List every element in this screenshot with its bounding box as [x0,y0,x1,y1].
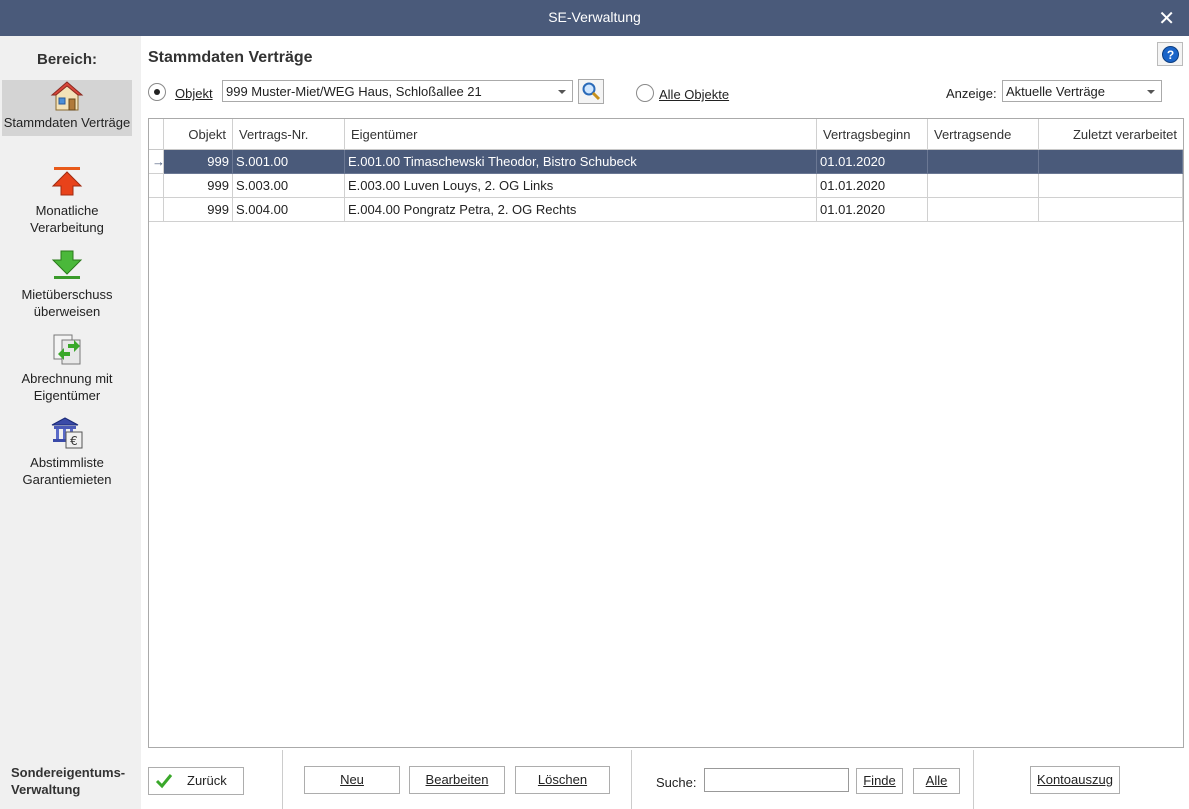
sidebar-item-label: Stammdaten Verträge [3,115,131,130]
cell-vertragsende [928,150,1039,174]
cell-eigentuemer: E.001.00 Timaschewski Theodor, Bistro Sc… [345,150,817,174]
sidebar: Bereich: Stammdaten Verträge Monatliche … [0,36,141,809]
objekt-search-button[interactable] [578,79,604,104]
cell-vertrags-nr: S.001.00 [233,150,345,174]
anzeige-value: Aktuelle Verträge [1006,84,1106,99]
table-row[interactable]: 999 S.003.00 E.003.00 Luven Louys, 2. OG… [149,174,1183,198]
zurueck-button[interactable]: Zurück [148,767,244,795]
sidebar-item-mietueberschuss[interactable]: Mietüberschuss überweisen [2,248,132,320]
magnifier-icon [582,82,601,101]
objekt-radio[interactable] [148,83,166,101]
cell-vertragsbeginn: 01.01.2020 [817,198,928,222]
sidebar-item-stammdaten-vertraege[interactable]: Stammdaten Verträge [2,80,132,136]
sidebar-item-abrechnung-eigentuemer[interactable]: Abrechnung mit Eigentümer [2,332,132,404]
cell-vertrags-nr: S.003.00 [233,174,345,198]
column-header-zuletzt-verarbeitet[interactable]: Zuletzt verarbeitet [1039,119,1183,150]
anzeige-label: Anzeige: [946,86,997,101]
cell-vertragsbeginn: 01.01.2020 [817,150,928,174]
divider [973,750,974,809]
module-name: Sondereigentums- Verwaltung [11,765,126,797]
svg-text:€: € [70,434,78,448]
cell-objekt: 999 [164,150,233,174]
cell-zuletzt-verarbeitet [1039,150,1183,174]
cell-vertragsbeginn: 01.01.2020 [817,174,928,198]
help-icon: ? [1162,46,1179,63]
arrow-down-icon [51,250,83,279]
title-bar: SE-Verwaltung ✕ [0,0,1189,36]
anzeige-dropdown[interactable]: Aktuelle Verträge [1002,80,1162,102]
alle-button[interactable]: Alle [913,768,960,794]
sidebar-item-label: Mietüberschuss überweisen [21,287,113,319]
kontoauszug-button[interactable]: Kontoauszug [1030,766,1120,794]
objekt-label: Objekt [175,86,213,101]
close-icon[interactable]: ✕ [1158,6,1175,31]
cell-objekt: 999 [164,198,233,222]
loeschen-button[interactable]: Löschen [515,766,610,794]
column-header-vertragsende[interactable]: Vertragsende [928,119,1039,150]
help-button[interactable]: ? [1157,42,1183,66]
cell-vertrags-nr: S.004.00 [233,198,345,222]
sidebar-item-label: Abrechnung mit Eigentümer [21,371,113,403]
sidebar-heading: Bereich: [36,51,98,68]
cell-eigentuemer: E.003.00 Luven Louys, 2. OG Links [345,174,817,198]
table-header: Objekt Vertrags-Nr. Eigentümer Vertragsb… [149,119,1183,150]
row-indicator [149,174,164,198]
bearbeiten-button[interactable]: Bearbeiten [409,766,505,794]
cell-zuletzt-verarbeitet [1039,174,1183,198]
sidebar-item-abstimmliste[interactable]: € Abstimmliste Garantiemieten [2,416,132,488]
divider [282,750,283,809]
objekt-dropdown[interactable]: 999 Muster-Miet/WEG Haus, Schloßallee 21 [222,80,573,102]
house-icon [50,81,84,111]
action-bar: Zurück Neu Bearbeiten Löschen Suche: Fin… [148,748,1184,809]
table-row[interactable]: 999 S.004.00 E.004.00 Pongratz Petra, 2.… [149,198,1183,222]
column-header-eigentuemer[interactable]: Eigentümer [345,119,817,150]
row-indicator-arrow: → [149,150,164,174]
cell-objekt: 999 [164,174,233,198]
arrow-up-icon [51,167,83,196]
page-title: Stammdaten Verträge [148,49,313,66]
neu-button[interactable]: Neu [304,766,400,794]
cell-zuletzt-verarbeitet [1039,198,1183,222]
objekt-value: 999 Muster-Miet/WEG Haus, Schloßallee 21 [226,84,482,99]
chevron-down-icon [1147,90,1155,94]
alle-objekte-radio[interactable] [636,84,654,102]
sidebar-item-monatliche-verarbeitung[interactable]: Monatliche Verarbeitung [2,164,132,236]
divider [631,750,632,809]
cell-vertragsende [928,174,1039,198]
sidebar-item-label: Abstimmliste Garantiemieten [22,455,112,487]
checkmark-icon [155,774,173,789]
document-exchange-icon [53,334,81,365]
alle-objekte-label: Alle Objekte [659,87,730,102]
column-header-vertrags-nr[interactable]: Vertrags-Nr. [233,119,345,150]
contracts-table: Objekt Vertrags-Nr. Eigentümer Vertragsb… [148,118,1184,748]
chevron-down-icon [558,90,566,94]
bank-euro-icon: € [51,417,83,449]
row-indicator [149,198,164,222]
finde-button[interactable]: Finde [856,768,903,794]
search-input[interactable] [704,768,849,792]
suche-label: Suche: [656,775,697,790]
column-header-objekt[interactable]: Objekt [164,119,233,150]
row-indicator-header [149,119,164,150]
column-header-vertragsbeginn[interactable]: Vertragsbeginn [817,119,928,150]
window-title: SE-Verwaltung [548,9,641,25]
cell-vertragsende [928,198,1039,222]
table-row[interactable]: → 999 S.001.00 E.001.00 Timaschewski The… [149,150,1183,174]
sidebar-item-label: Monatliche Verarbeitung [30,203,104,235]
cell-eigentuemer: E.004.00 Pongratz Petra, 2. OG Rechts [345,198,817,222]
